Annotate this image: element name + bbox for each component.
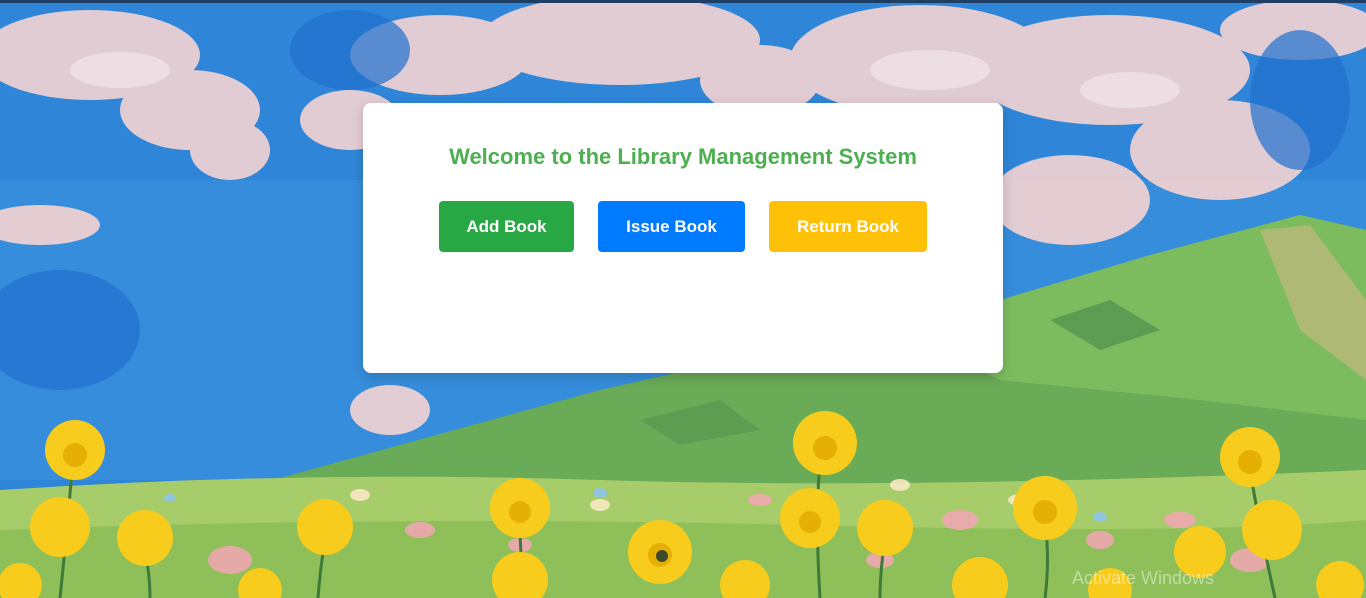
top-border-strip xyxy=(0,0,1366,3)
issue-book-button[interactable]: Issue Book xyxy=(598,201,745,252)
page: Welcome to the Library Management System… xyxy=(0,0,1366,598)
return-book-button[interactable]: Return Book xyxy=(769,201,927,252)
page-title: Welcome to the Library Management System xyxy=(449,144,917,169)
add-book-button[interactable]: Add Book xyxy=(439,201,574,252)
welcome-card: Welcome to the Library Management System… xyxy=(363,103,1003,373)
activate-windows-watermark: Activate Windows xyxy=(1072,568,1215,588)
